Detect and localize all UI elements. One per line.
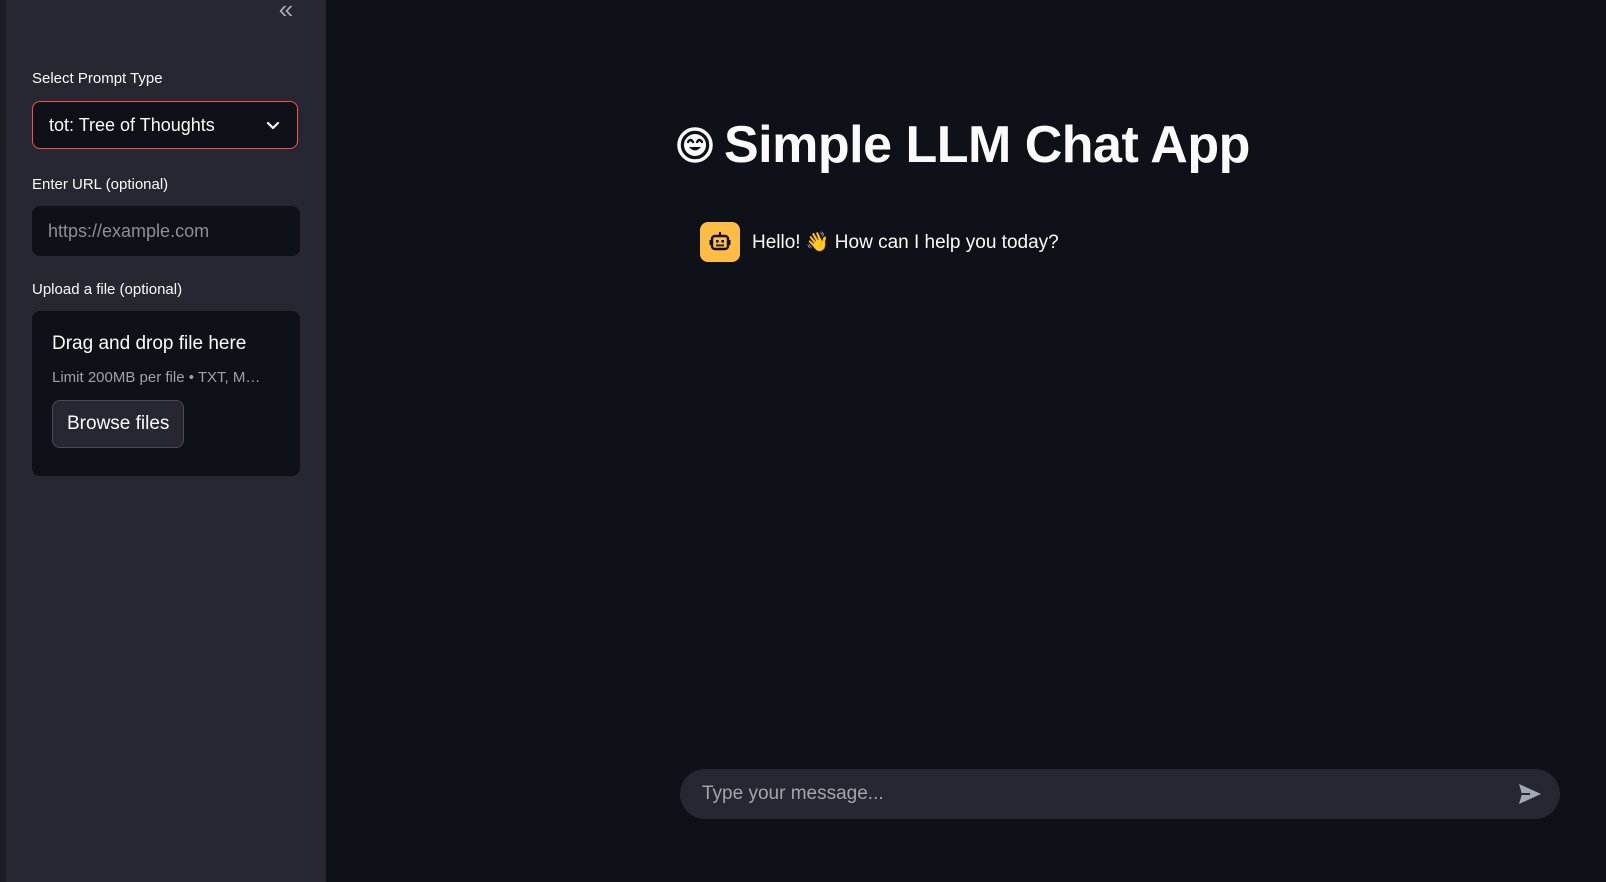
upload-label: Upload a file (optional) [32, 281, 183, 298]
browse-files-button[interactable]: Browse files [52, 400, 185, 448]
title-row: Simple LLM Chat App [676, 115, 1250, 175]
double-chevron-left-icon: « [278, 0, 294, 24]
prompt-type-label: Select Prompt Type [32, 70, 163, 87]
dropzone-title: Drag and drop file here [52, 333, 247, 354]
url-input[interactable] [32, 206, 300, 256]
upload-limit-text: Limit 200MB per file • TXT, M… [52, 369, 261, 386]
assistant-avatar [700, 222, 740, 262]
sidebar: « Select Prompt Type tot: Tree of Though… [6, 0, 326, 882]
assistant-message-text: Hello! 👋 How can I help you today? [752, 232, 1059, 253]
send-button[interactable] [1512, 776, 1548, 812]
prompt-type-select[interactable]: tot: Tree of Thoughts [32, 101, 298, 149]
prompt-type-selected-value: tot: Tree of Thoughts [49, 114, 215, 135]
url-label: Enter URL (optional) [32, 176, 169, 193]
collapse-sidebar-button[interactable]: « [268, 0, 304, 24]
chat-message: Hello! 👋 How can I help you today? [700, 222, 1059, 262]
file-dropzone[interactable]: Drag and drop file here Limit 200MB per … [32, 311, 300, 476]
smiling-face-icon [677, 127, 713, 163]
robot-icon [709, 232, 731, 251]
chat-input[interactable] [700, 782, 1512, 806]
page-title: Simple LLM Chat App [724, 116, 1250, 174]
chat-input-container [680, 769, 1560, 819]
chevron-down-icon [266, 121, 280, 130]
send-icon [1519, 784, 1541, 804]
